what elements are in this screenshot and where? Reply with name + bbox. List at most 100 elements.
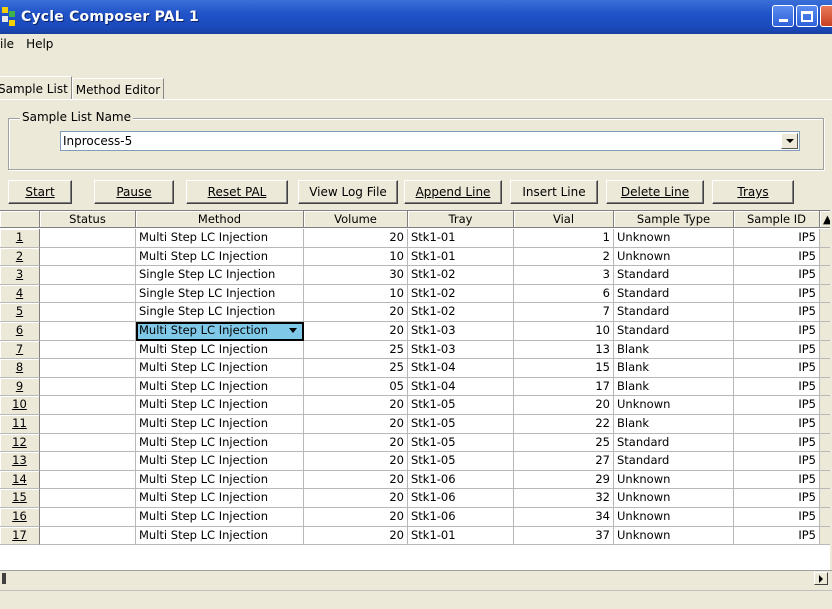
close-button[interactable]: [820, 5, 832, 27]
cell-tray[interactable]: Stk1-05: [408, 433, 514, 453]
cell-status[interactable]: [40, 433, 136, 453]
cell-tray[interactable]: Stk1-06: [408, 489, 514, 508]
cell-method[interactable]: Multi Step LC Injection: [136, 340, 304, 360]
cell-tray[interactable]: Stk1-04: [408, 377, 514, 397]
cell-tray[interactable]: Stk1-05: [408, 415, 514, 434]
cell-status[interactable]: [40, 489, 136, 508]
cell-status[interactable]: [40, 415, 136, 434]
vertical-scrollbar-track[interactable]: [820, 452, 830, 471]
row-number[interactable]: 2: [0, 247, 40, 267]
cell-method-editor[interactable]: Multi Step LC Injection: [136, 322, 304, 341]
row-number[interactable]: 15: [0, 489, 40, 508]
cell-tray[interactable]: Stk1-04: [408, 359, 514, 378]
row-number[interactable]: 16: [0, 508, 40, 527]
cell-sample-id[interactable]: IP5: [734, 303, 820, 322]
cell-vial[interactable]: 37: [514, 526, 614, 546]
table-row[interactable]: 16 Multi Step LC Injection 20 Stk1-06 34 Unkn…: [0, 508, 830, 527]
cell-sample-type[interactable]: Blank: [614, 359, 734, 378]
cell-volume[interactable]: 10: [304, 284, 408, 304]
vertical-scrollbar-track[interactable]: [820, 396, 830, 415]
cell-status[interactable]: [40, 322, 136, 341]
cell-vial[interactable]: 29: [514, 470, 614, 490]
cell-volume[interactable]: 10: [304, 247, 408, 267]
cell-vial[interactable]: 25: [514, 433, 614, 453]
cell-sample-type[interactable]: Standard: [614, 433, 734, 453]
cell-sample-id[interactable]: IP5: [734, 284, 820, 304]
cell-vial[interactable]: 22: [514, 415, 614, 434]
vertical-scrollbar-track[interactable]: [820, 377, 830, 397]
cell-status[interactable]: [40, 359, 136, 378]
row-number[interactable]: 12: [0, 433, 40, 453]
cell-volume[interactable]: 25: [304, 359, 408, 378]
cell-sample-id[interactable]: IP5: [734, 377, 820, 397]
table-row[interactable]: 3 Single Step LC Injection 30 Stk1-02 3 Stand…: [0, 266, 830, 285]
cell-volume[interactable]: 20: [304, 489, 408, 508]
cell-method[interactable]: Multi Step LC Injection: [136, 359, 304, 378]
chevron-down-icon[interactable]: [289, 328, 297, 333]
cell-sample-id[interactable]: IP5: [734, 359, 820, 378]
cell-sample-id[interactable]: IP5: [734, 266, 820, 285]
cell-vial[interactable]: 15: [514, 359, 614, 378]
sample-grid[interactable]: Status Method Volume Tray Vial Sample Ty…: [0, 210, 830, 570]
vertical-scrollbar-track[interactable]: [820, 470, 830, 490]
cell-sample-type[interactable]: Standard: [614, 284, 734, 304]
tab-sample-list[interactable]: Sample List: [0, 76, 72, 100]
header-method[interactable]: Method: [136, 211, 304, 228]
vertical-scrollbar-track[interactable]: [820, 489, 830, 508]
cell-vial[interactable]: 6: [514, 284, 614, 304]
vertical-scrollbar-track[interactable]: [820, 303, 830, 322]
table-row[interactable]: 10 Multi Step LC Injection 20 Stk1-05 20 Unkn…: [0, 396, 830, 415]
cell-sample-id[interactable]: IP5: [734, 415, 820, 434]
cell-sample-id[interactable]: IP5: [734, 489, 820, 508]
cell-vial[interactable]: 1: [514, 229, 614, 248]
cell-status[interactable]: [40, 508, 136, 527]
sample-list-name-combo[interactable]: Inprocess-5: [60, 131, 800, 151]
row-number[interactable]: 3: [0, 266, 40, 285]
append-line-button[interactable]: Append Line: [404, 180, 502, 204]
cell-vial[interactable]: 2: [514, 247, 614, 267]
cell-sample-type[interactable]: Unknown: [614, 247, 734, 267]
table-row[interactable]: 6 Multi Step LC Injection 20 Stk1-03 10 Stand…: [0, 322, 830, 341]
menu-file[interactable]: ile: [0, 37, 20, 51]
cell-sample-type[interactable]: Unknown: [614, 526, 734, 546]
cell-method[interactable]: Multi Step LC Injection: [136, 415, 304, 434]
vertical-scrollbar-track[interactable]: [820, 247, 830, 267]
cell-sample-id[interactable]: IP5: [734, 508, 820, 527]
row-number[interactable]: 11: [0, 415, 40, 434]
cell-volume[interactable]: 20: [304, 396, 408, 415]
cell-status[interactable]: [40, 303, 136, 322]
cell-sample-type[interactable]: Standard: [614, 452, 734, 471]
cell-method[interactable]: Multi Step LC Injection: [136, 377, 304, 397]
pause-button[interactable]: Pause: [94, 180, 174, 204]
cell-sample-id[interactable]: IP5: [734, 322, 820, 341]
cell-vial[interactable]: 17: [514, 377, 614, 397]
cell-sample-id[interactable]: IP5: [734, 247, 820, 267]
scroll-up-icon[interactable]: ▲: [820, 211, 830, 228]
cell-volume[interactable]: 25: [304, 340, 408, 360]
cell-tray[interactable]: Stk1-06: [408, 470, 514, 490]
table-row[interactable]: 7 Multi Step LC Injection 25 Stk1-03 13 Blank…: [0, 340, 830, 360]
cell-status[interactable]: [40, 340, 136, 360]
cell-volume[interactable]: 20: [304, 452, 408, 471]
cell-vial[interactable]: 27: [514, 452, 614, 471]
cell-volume[interactable]: 20: [304, 526, 408, 546]
cell-status[interactable]: [40, 452, 136, 471]
minimize-button[interactable]: [772, 5, 794, 27]
cell-tray[interactable]: Stk1-02: [408, 303, 514, 322]
cell-sample-type[interactable]: Standard: [614, 322, 734, 341]
cell-tray[interactable]: Stk1-01: [408, 229, 514, 248]
table-row[interactable]: 15 Multi Step LC Injection 20 Stk1-06 32 Unkn…: [0, 489, 830, 508]
header-status[interactable]: Status: [40, 211, 136, 228]
scroll-right-button[interactable]: [814, 572, 828, 585]
header-tray[interactable]: Tray: [408, 211, 514, 228]
maximize-button[interactable]: [796, 5, 818, 27]
cell-vial[interactable]: 7: [514, 303, 614, 322]
table-row[interactable]: 11 Multi Step LC Injection 20 Stk1-05 22 Blan…: [0, 415, 830, 434]
cell-sample-type[interactable]: Unknown: [614, 508, 734, 527]
cell-sample-type[interactable]: Standard: [614, 266, 734, 285]
cell-status[interactable]: [40, 266, 136, 285]
cell-sample-type[interactable]: Unknown: [614, 229, 734, 248]
cell-method[interactable]: Single Step LC Injection: [136, 266, 304, 285]
cell-status[interactable]: [40, 526, 136, 546]
table-row[interactable]: 14 Multi Step LC Injection 20 Stk1-06 29 Unkn…: [0, 470, 830, 490]
